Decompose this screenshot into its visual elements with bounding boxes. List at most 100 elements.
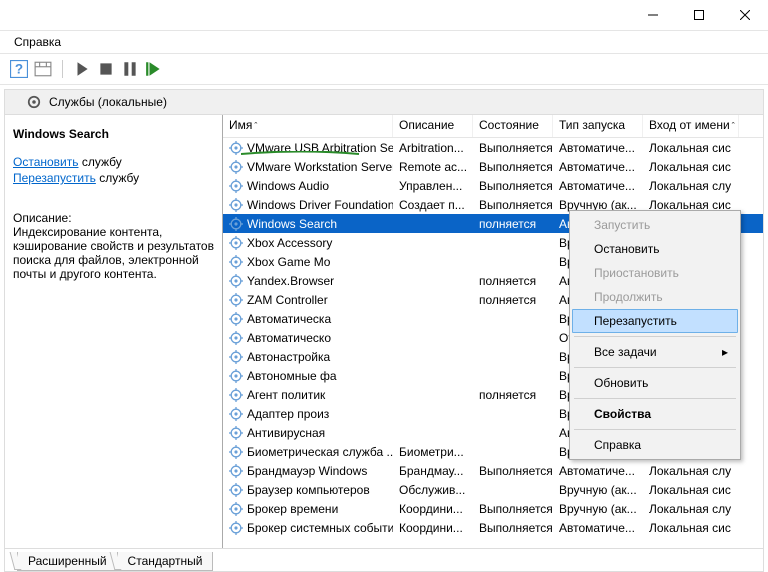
tab-standard[interactable]: Стандартный xyxy=(117,552,214,571)
gear-icon xyxy=(229,483,243,497)
grid-header: Имяˆ Описание Состояние Тип запуска Вход… xyxy=(223,115,763,138)
tab-extended[interactable]: Расширенный xyxy=(17,552,118,571)
restart-icon[interactable] xyxy=(145,60,163,78)
gear-icon xyxy=(229,502,243,516)
service-state: Выполняется xyxy=(473,464,553,478)
service-start: Вручную (ак... xyxy=(553,483,643,497)
maximize-button[interactable] xyxy=(676,0,722,30)
service-state: полняется xyxy=(473,217,553,231)
ctx-properties[interactable]: Свойства xyxy=(572,402,738,426)
service-desc: Управлен... xyxy=(393,179,473,193)
description-label: Описание: xyxy=(13,211,214,225)
gear-icon xyxy=(229,350,243,364)
gear-icon xyxy=(229,407,243,421)
gear-icon xyxy=(229,198,243,212)
ctx-start: Запустить xyxy=(572,213,738,237)
help-icon[interactable]: ? xyxy=(10,60,28,78)
description-text: Индексирование контента, кэширование сво… xyxy=(13,225,214,281)
menu-help[interactable]: Справка xyxy=(8,33,67,51)
service-state: Выполняется xyxy=(473,521,553,535)
service-name: Антивирусная xyxy=(247,426,325,440)
services-grid: Имяˆ Описание Состояние Тип запуска Вход… xyxy=(223,115,763,548)
calendar-icon[interactable] xyxy=(34,60,52,78)
toolbar: ? xyxy=(0,54,768,85)
ctx-all-tasks[interactable]: Все задачи▸ xyxy=(572,340,738,364)
menubar: Справка xyxy=(0,31,768,54)
stop-service-link[interactable]: Остановить xyxy=(13,155,79,169)
service-name: VMware Workstation Server xyxy=(247,160,393,174)
table-row[interactable]: VMware USB Arbitration Ser...Arbitration… xyxy=(223,138,763,157)
gear-icon xyxy=(229,312,243,326)
service-start: Автоматиче... xyxy=(553,141,643,155)
service-name: Брандмауэр Windows xyxy=(247,464,367,478)
tree-node-label: Службы (локальные) xyxy=(49,95,167,109)
col-start[interactable]: Тип запуска xyxy=(553,115,643,137)
service-state: полняется xyxy=(473,274,553,288)
service-state: Выполняется xyxy=(473,198,553,212)
service-logon: Локальная сис xyxy=(643,160,739,174)
service-desc: Обслужив... xyxy=(393,483,473,497)
table-row[interactable]: Брокер системных событийКоордини...Выпол… xyxy=(223,518,763,537)
restart-service-link[interactable]: Перезапустить xyxy=(13,171,96,185)
restart-suffix: службу xyxy=(96,171,139,185)
ctx-refresh[interactable]: Обновить xyxy=(572,371,738,395)
service-name: Автономные фа xyxy=(247,369,337,383)
ctx-restart[interactable]: Перезапустить xyxy=(572,309,738,333)
ctx-stop[interactable]: Остановить xyxy=(572,237,738,261)
gear-icon xyxy=(229,236,243,250)
stop-icon[interactable] xyxy=(97,60,115,78)
service-start: Автоматиче... xyxy=(553,521,643,535)
titlebar xyxy=(0,0,768,31)
service-desc: Создает п... xyxy=(393,198,473,212)
service-desc: Биометри... xyxy=(393,445,473,459)
tree-node-header[interactable]: Службы (локальные) xyxy=(4,89,764,115)
table-row[interactable]: Windows AudioУправлен...ВыполняетсяАвтом… xyxy=(223,176,763,195)
gear-icon xyxy=(229,445,243,459)
gear-icon xyxy=(229,521,243,535)
service-state: Выполняется xyxy=(473,179,553,193)
col-name[interactable]: Имяˆ xyxy=(223,115,393,137)
service-desc: Координи... xyxy=(393,502,473,516)
pause-icon[interactable] xyxy=(121,60,139,78)
table-row[interactable]: VMware Workstation ServerRemote ac...Вып… xyxy=(223,157,763,176)
minimize-button[interactable] xyxy=(630,0,676,30)
col-state[interactable]: Состояние xyxy=(473,115,553,137)
service-name: Биометрическая служба ... xyxy=(247,445,393,459)
ctx-resume: Продолжить xyxy=(572,285,738,309)
service-desc: Координи... xyxy=(393,521,473,535)
service-start: Вручную (ак... xyxy=(553,502,643,516)
service-state: Выполняется xyxy=(473,141,553,155)
service-desc: Брандмау... xyxy=(393,464,473,478)
gear-icon xyxy=(229,464,243,478)
col-desc[interactable]: Описание xyxy=(393,115,473,137)
gear-icon xyxy=(229,293,243,307)
play-icon[interactable] xyxy=(73,60,91,78)
service-name: Брокер времени xyxy=(247,502,338,516)
gear-icon xyxy=(229,369,243,383)
gear-icon xyxy=(27,95,41,109)
service-name: Брокер системных событий xyxy=(247,521,393,535)
table-row[interactable]: Брокер времениКоордини...ВыполняетсяВруч… xyxy=(223,499,763,518)
service-state: полняется xyxy=(473,388,553,402)
service-name: Адаптер произ xyxy=(247,407,329,421)
table-row[interactable]: Брандмауэр Windows Брандмау...Выполняется… xyxy=(223,461,763,480)
service-logon: Локальная сис xyxy=(643,141,739,155)
table-row[interactable]: Браузер компьютеровОбслужив...Вручную (а… xyxy=(223,480,763,499)
gear-icon xyxy=(229,141,243,155)
service-name: Xbox Accessory xyxy=(247,236,332,250)
tabs-bottom: Расширенный Стандартный xyxy=(4,548,764,572)
context-menu: Запустить Остановить Приостановить Продо… xyxy=(569,210,741,460)
stop-suffix: службу xyxy=(79,155,122,169)
gear-icon xyxy=(229,217,243,231)
close-button[interactable] xyxy=(722,0,768,30)
service-name: Windows Driver Foundation... xyxy=(247,198,393,212)
ctx-help[interactable]: Справка xyxy=(572,433,738,457)
gear-icon xyxy=(229,179,243,193)
service-logon: Локальная сис xyxy=(643,521,739,535)
ctx-pause: Приостановить xyxy=(572,261,738,285)
service-start: Автоматиче... xyxy=(553,464,643,478)
service-logon: Локальная слу xyxy=(643,502,739,516)
col-logon[interactable]: Вход от имениˆ xyxy=(643,115,739,137)
selected-service-title: Windows Search xyxy=(13,127,214,141)
svg-text:?: ? xyxy=(15,62,23,77)
